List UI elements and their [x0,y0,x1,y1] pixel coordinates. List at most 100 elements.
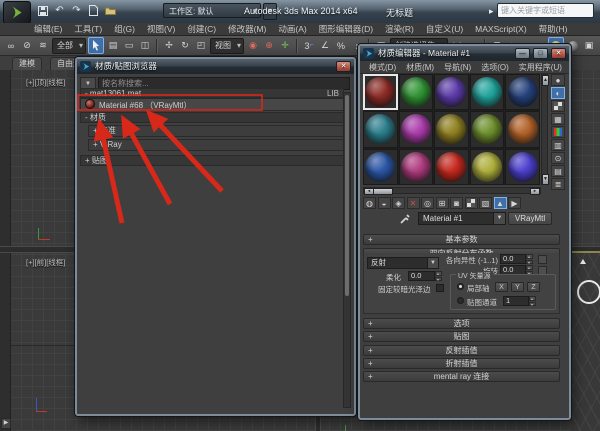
material-editor-options-icon[interactable]: ⊙ [551,152,565,164]
menu-edit[interactable]: 编辑(E) [28,23,68,35]
scroll-thumb[interactable] [373,188,393,195]
axis-x-button[interactable]: X [495,282,508,292]
material-sample-slot[interactable] [363,111,398,147]
anisotropy-value-field[interactable]: 0.0 [500,254,526,264]
scroll-right-button[interactable]: ► [530,188,540,195]
rendered-frame-window-button[interactable]: ▣ [582,38,596,53]
menu-tools[interactable]: 工具(T) [68,23,108,35]
make-material-copy-icon[interactable]: ◎ [421,197,434,209]
app-button[interactable] [3,1,31,24]
library-group-header[interactable]: - mat13061.mat LIB [80,88,344,98]
material-sample-slot[interactable] [505,111,540,147]
editor-menu-material[interactable]: 材质(M) [401,62,439,73]
vray-group-row[interactable]: + V-Ray [88,139,344,151]
material-sample-slot[interactable] [399,149,434,185]
material-list-item[interactable]: Material #68 （VRayMtl） [80,98,344,111]
rollout-basic-parameters[interactable]: +基本参数 [363,234,560,245]
maps-group-header[interactable]: + 贴图 [80,155,344,166]
save-icon[interactable] [36,4,49,17]
assign-material-to-selection-icon[interactable]: ◈ [392,197,405,209]
material-sample-slot[interactable] [434,111,469,147]
anisotropy-map-button[interactable] [538,255,547,264]
material-sample-slot[interactable] [363,149,398,185]
background-icon[interactable] [551,100,565,112]
rollout-reflect-interpolation[interactable]: +反射插值 [363,345,560,356]
rollout-maps[interactable]: +贴图 [363,331,560,342]
menu-animation[interactable]: 动画(A) [272,23,312,35]
sample-horizontal-scrollbar[interactable]: ◄ ► [363,187,541,194]
keyword-search-field[interactable] [497,3,594,18]
infocenter-arrow-icon[interactable]: ▸ [489,6,494,17]
scroll-down-button[interactable]: ▼ [542,174,549,185]
soften-value-field[interactable]: 0.0 [408,271,435,281]
use-pivot-point-button[interactable]: ◉ [246,38,260,53]
editor-menu-options[interactable]: 选项(O) [476,62,514,73]
editor-titlebar[interactable]: 材质编辑器 - Material #1 — □ ✕ [360,46,569,61]
scroll-up-button[interactable]: ▲ [542,75,549,86]
select-and-rotate-button[interactable]: ↻ [178,38,192,53]
reference-coordinate-dropdown[interactable]: 视图 [210,38,244,54]
ribbon-tab-modeling[interactable]: 建模 [12,57,42,71]
editor-maximize-button[interactable]: □ [533,48,548,59]
browser-titlebar[interactable]: 材质/贴图浏览器 ✕ [77,59,354,74]
menu-group[interactable]: 组(G) [108,23,141,35]
editor-close-button[interactable]: ✕ [551,48,566,59]
percent-snap-button[interactable]: % [334,38,348,53]
put-material-to-scene-icon[interactable]: ◒ [378,197,391,209]
go-forward-to-sibling-icon[interactable]: ▶ [508,197,521,209]
viewport-top-label[interactable]: [+][顶][线框] [26,77,65,88]
make-preview-icon[interactable]: ▥ [551,139,565,151]
show-map-in-viewport-icon[interactable] [465,197,478,209]
pick-material-eyedropper-icon[interactable] [400,213,411,224]
go-to-parent-icon[interactable]: ▲ [494,197,507,209]
browser-scrollbar-thumb[interactable] [345,95,349,296]
rollout-options[interactable]: +选项 [363,318,560,329]
undo-icon[interactable]: ↶ [53,4,66,17]
unlink-selection-icon[interactable]: ⊘ [20,38,34,53]
local-axis-radio[interactable] [457,283,464,290]
select-by-material-icon[interactable]: ▤ [551,165,565,177]
menu-views[interactable]: 视图(V) [141,23,181,35]
video-color-check-icon[interactable] [551,126,565,138]
sample-uv-tiling-icon[interactable]: ▦ [551,113,565,125]
menu-customize[interactable]: 自定义(U) [420,23,469,35]
menu-modifiers[interactable]: 修改器(M) [222,23,272,35]
select-and-move-button[interactable]: ✢ [162,38,176,53]
menu-rendering[interactable]: 渲染(R) [379,23,420,35]
material-name-dropdown[interactable]: Material #1 ▼ [418,212,506,225]
bind-to-spacewarp-icon[interactable]: ≋ [36,38,50,53]
material-type-button[interactable]: VRayMtl [508,212,552,225]
map-channel-spinner[interactable] [529,296,536,306]
material-sample-slot[interactable] [434,149,469,185]
open-file-icon[interactable] [104,4,117,17]
show-end-result-icon[interactable]: ▧ [479,197,492,209]
browser-close-button[interactable]: ✕ [336,61,351,72]
material-map-navigator-icon[interactable]: ≣ [551,178,565,190]
anisotropy-spinner[interactable] [526,254,533,264]
angle-snap-button[interactable]: ∠ [318,38,332,53]
select-and-link-icon[interactable]: ∞ [4,38,18,53]
material-sample-slot[interactable] [470,149,505,185]
axis-z-button[interactable]: Z [527,282,540,292]
viewport-front-label[interactable]: [+][前][线框] [26,257,65,268]
put-to-library-icon[interactable]: ⊞ [436,197,449,209]
select-object-button[interactable] [88,37,104,54]
rectangular-selection-region-button[interactable]: ▭ [122,38,136,53]
materials-group-header[interactable]: - 材质 [80,112,344,123]
editor-menu-navigation[interactable]: 导航(N) [439,62,476,73]
backlight-icon[interactable]: ◐ [551,87,565,99]
axis-y-button[interactable]: Y [511,282,524,292]
material-sample-slot[interactable] [505,149,540,185]
browser-scrollbar[interactable] [343,92,351,408]
selection-filter-dropdown[interactable]: 全部 [52,38,86,54]
keyboard-shortcut-toggle-icon[interactable]: ✛ [278,38,292,53]
editor-menu-modes[interactable]: 模式(D) [364,62,401,73]
menu-maxscript[interactable]: MAXScript(X) [469,24,532,34]
map-channel-value-field[interactable]: 1 [503,296,529,306]
material-sample-slot[interactable] [434,74,469,110]
expand-panel-arrow-icon[interactable]: ▶ [1,418,11,429]
editor-menu-utilities[interactable]: 实用程序(U) [514,62,567,73]
material-sample-slot[interactable] [470,74,505,110]
editor-minimize-button[interactable]: — [515,48,530,59]
new-scene-icon[interactable] [87,4,100,17]
